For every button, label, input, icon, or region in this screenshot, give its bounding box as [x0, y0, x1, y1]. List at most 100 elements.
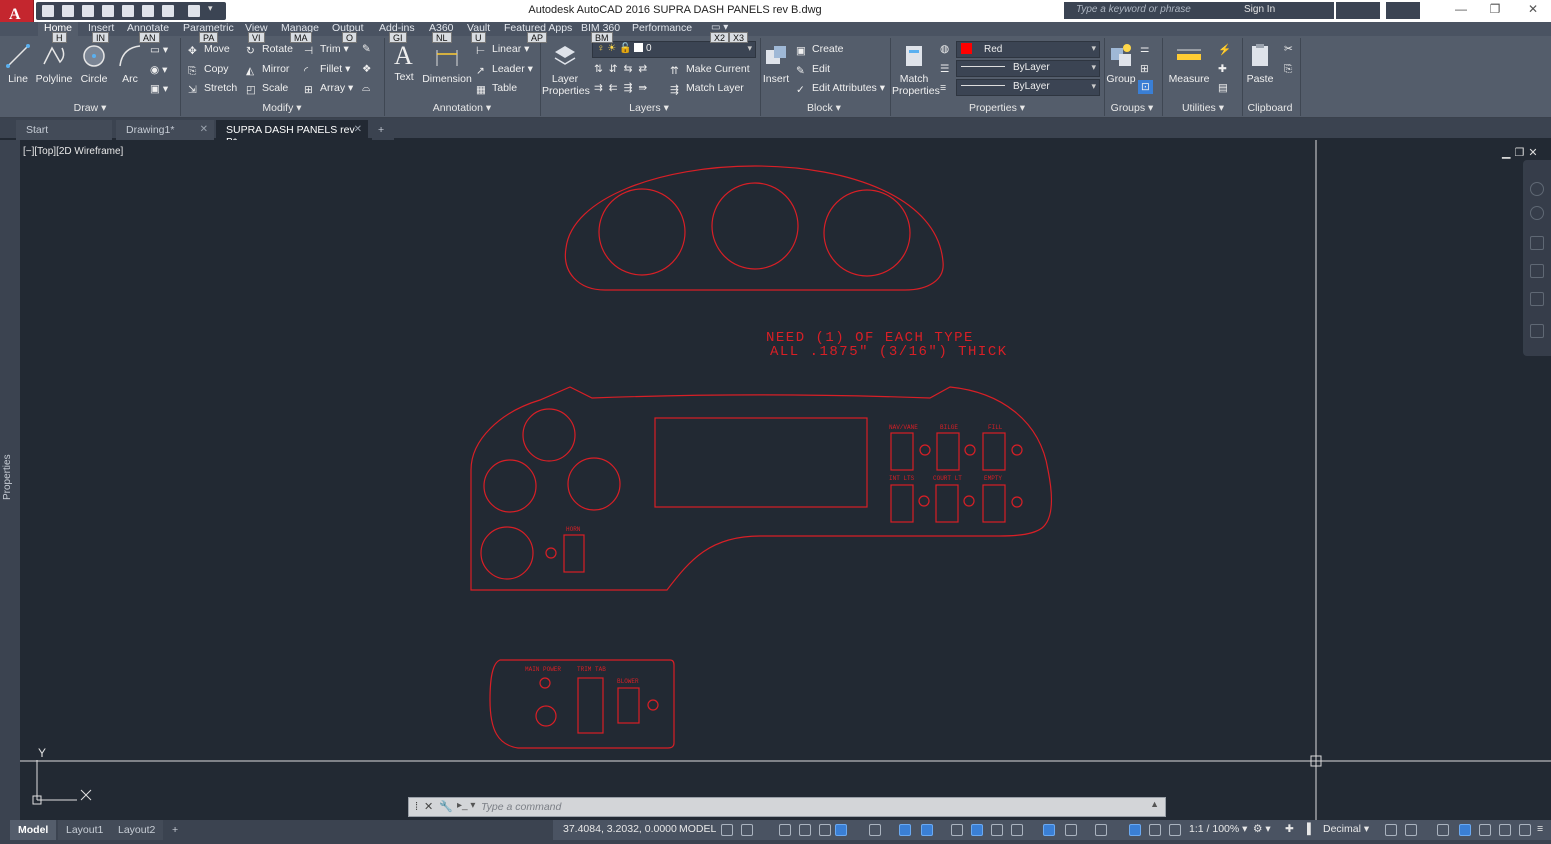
groups-panel-title[interactable]: Groups ▾	[1106, 102, 1158, 116]
annotation-panel-title[interactable]: Annotation ▾	[388, 102, 536, 116]
quick-properties-icon[interactable]	[1385, 824, 1397, 836]
new-tab-button[interactable]: +	[372, 120, 394, 140]
viewport-controls-label[interactable]: [−][Top][2D Wireframe]	[23, 146, 123, 157]
viewport-window-controls[interactable]: ▁❐✕	[1502, 146, 1542, 159]
linetype-icon[interactable]: ☰	[940, 63, 949, 75]
utilities-panel-title[interactable]: Utilities ▾	[1166, 102, 1240, 116]
file-tab-drawing1[interactable]: Drawing1* ✕	[116, 120, 214, 140]
annotation-monitor-icon[interactable]: ✚	[1285, 823, 1294, 835]
layout-tab-model[interactable]: Model	[10, 820, 57, 840]
isolate-objects-icon[interactable]	[1437, 824, 1449, 836]
group-button[interactable]: Group	[1106, 42, 1136, 85]
color-dropdown[interactable]: Red	[956, 41, 1100, 58]
properties-panel-title[interactable]: Properties ▾	[892, 102, 1102, 116]
gizmo-icon[interactable]	[1095, 824, 1107, 836]
block-panel-title[interactable]: Block ▾	[762, 102, 886, 116]
customization-icon[interactable]	[1499, 824, 1511, 836]
layer-tools-row-1[interactable]: ⇅⇵⇆⇄	[594, 63, 653, 75]
mirror-button[interactable]: ◭ Mirror	[246, 63, 289, 77]
erase-icon[interactable]: ✎	[362, 43, 371, 55]
undo-icon[interactable]	[142, 5, 154, 17]
open-icon[interactable]	[62, 5, 74, 17]
insert-button[interactable]: Insert	[762, 42, 790, 85]
hatch-icon[interactable]: ◉ ▾	[150, 64, 167, 76]
navigation-bar[interactable]	[1523, 160, 1551, 356]
3d-osnap-icon[interactable]	[1011, 824, 1023, 836]
workspace-icon[interactable]	[188, 5, 200, 17]
tab-performance[interactable]: Performance	[632, 22, 692, 36]
dimension-button[interactable]: Dimension	[422, 42, 472, 85]
fullscreen-icon[interactable]	[1519, 824, 1531, 836]
clean-screen-icon[interactable]	[1479, 824, 1491, 836]
qat-dropdown-icon[interactable]: ▾	[208, 3, 216, 15]
edit-attributes-button[interactable]: ✓ Edit Attributes ▾	[796, 82, 885, 96]
lineweight-icon[interactable]: ≡	[940, 82, 946, 94]
layer-tools-row-2[interactable]: ⇉⇇⇶⇛	[594, 82, 653, 94]
rotate-button[interactable]: ↻ Rotate	[246, 43, 293, 57]
table-button[interactable]: ▦ Table	[476, 82, 517, 96]
command-line[interactable]: ⁞✕🔧 ▸_ ▾ Type a command ▲	[408, 797, 1166, 817]
units-dropdown[interactable]: Decimal ▾	[1323, 823, 1369, 835]
explode-icon[interactable]: ❖	[362, 63, 371, 75]
match-layer-button[interactable]: ⇶ Match Layer	[670, 82, 744, 96]
clipboard-panel-title[interactable]: Clipboard	[1244, 102, 1296, 116]
lineweight-dropdown[interactable]: ByLayer	[956, 79, 1100, 96]
object-snap-icon[interactable]	[921, 824, 933, 836]
auto-scale-icon[interactable]	[1149, 824, 1161, 836]
group-edit-icon[interactable]: ⊞	[1140, 63, 1149, 75]
object-snap-tracking-icon[interactable]	[899, 824, 911, 836]
layout-tab-layout1[interactable]: Layout1	[58, 820, 112, 840]
layers-panel-title[interactable]: Layers ▾	[542, 102, 756, 116]
annotation-scale-readout[interactable]: 1:1 / 100% ▾	[1189, 823, 1247, 835]
linetype-dropdown[interactable]: ByLayer	[956, 60, 1100, 77]
close-icon[interactable]: ✕	[1518, 2, 1548, 18]
copy-clip-icon[interactable]: ⎘	[1284, 63, 1292, 76]
match-properties-button[interactable]: Match Properties	[892, 42, 940, 97]
line-button[interactable]: Line	[4, 42, 32, 85]
save-as-icon[interactable]	[102, 5, 114, 17]
dynamic-ucs-icon[interactable]	[1043, 824, 1055, 836]
annotation-scale-icon[interactable]	[1169, 824, 1181, 836]
help-icon[interactable]	[1386, 2, 1420, 19]
hardware-acceleration-icon[interactable]	[1459, 824, 1471, 836]
text-button[interactable]: A Text	[390, 40, 418, 83]
properties-palette-collapsed[interactable]: Properties	[0, 140, 20, 820]
model-space-button[interactable]: MODEL	[679, 823, 716, 835]
layout-tab-layout2[interactable]: Layout2	[110, 820, 164, 840]
edit-block-button[interactable]: ✎ Edit	[796, 63, 830, 77]
dynamic-input-icon[interactable]	[799, 824, 811, 836]
snap-icon[interactable]	[741, 824, 753, 836]
modify-panel-title[interactable]: Modify ▾	[184, 102, 380, 116]
cut-icon[interactable]: ✂	[1284, 43, 1293, 55]
ortho-icon[interactable]	[819, 824, 831, 836]
add-layout-button[interactable]: +	[164, 820, 186, 840]
selection-filter-icon[interactable]	[1065, 824, 1077, 836]
ungroup-icon[interactable]: ⚌	[1140, 43, 1149, 55]
restore-icon[interactable]: ❐	[1480, 2, 1510, 18]
layer-dropdown[interactable]: ♀ ☀ 🔓 0	[592, 41, 756, 58]
quick-select-icon[interactable]: ⚡	[1218, 43, 1231, 56]
move-button[interactable]: ✥ Move	[188, 43, 230, 57]
offset-icon[interactable]: ⌓	[362, 82, 370, 95]
fillet-button[interactable]: ◜ Fillet ▾	[304, 63, 350, 77]
draw-panel-title[interactable]: Draw ▾	[4, 102, 176, 116]
circle-button[interactable]: Circle	[78, 42, 110, 85]
plot-icon[interactable]	[122, 5, 134, 17]
copy-button[interactable]: ⎘ Copy	[188, 63, 229, 77]
selection-cycling-icon[interactable]	[991, 824, 1003, 836]
transparency-icon[interactable]	[971, 824, 983, 836]
trim-button[interactable]: ⊣ Trim ▾	[304, 43, 349, 57]
workspace-gear-icon[interactable]: ⚙ ▾	[1253, 823, 1271, 835]
file-tab-supra-dash-panels[interactable]: SUPRA DASH PANELS rev B*✕	[216, 120, 368, 148]
drawing-canvas[interactable]: NEED (1) OF EACH TYPE ALL .1875" (3/16")…	[20, 140, 1551, 820]
polar-tracking-icon[interactable]	[835, 824, 847, 836]
exchange-icon[interactable]	[1336, 2, 1380, 19]
make-current-button[interactable]: ⇈ Make Current	[670, 63, 750, 77]
measure-button[interactable]: Measure	[1166, 42, 1212, 85]
calculator-icon[interactable]: ▤	[1218, 82, 1228, 94]
point-id-icon[interactable]: ✚	[1218, 63, 1227, 75]
paste-button[interactable]: Paste	[1246, 42, 1274, 85]
scale-button[interactable]: ◰ Scale	[246, 82, 288, 96]
search-input[interactable]: Type a keyword or phrase	[1064, 2, 1218, 19]
stretch-button[interactable]: ⇲ Stretch	[188, 82, 237, 96]
